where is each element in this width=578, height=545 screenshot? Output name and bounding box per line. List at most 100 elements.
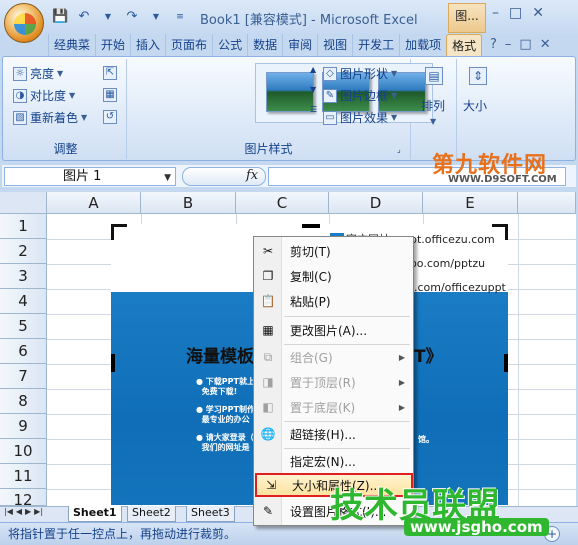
office-button[interactable] bbox=[4, 3, 44, 43]
submenu-arrow-icon: ▶ bbox=[398, 377, 405, 387]
sheet-tab-sheet3[interactable]: Sheet3 bbox=[186, 506, 235, 522]
help-icon[interactable]: ? bbox=[490, 37, 497, 52]
menu-item-cut[interactable]: ✂ 剪切(T) bbox=[254, 239, 413, 263]
arrange-group[interactable]: ▤ 排列 ▼ bbox=[411, 59, 457, 159]
row-header-12[interactable]: 12 bbox=[0, 489, 47, 506]
row-header-4[interactable]: 4 bbox=[0, 289, 47, 314]
row-header-1[interactable]: 1 bbox=[0, 214, 47, 239]
picture-bullet: ● 请大家登录（ 我们的网址是 bbox=[196, 433, 254, 452]
ribbon-minimize-icon[interactable]: – bbox=[505, 37, 512, 52]
recolor-button[interactable]: ▧ 重新着色 ▼ bbox=[13, 109, 87, 126]
undo-dropdown-icon[interactable]: ▼ bbox=[100, 9, 116, 25]
menu-item-assign-macro[interactable]: 指定宏(N)... bbox=[254, 449, 413, 473]
maximize-button[interactable]: □ bbox=[509, 5, 522, 21]
first-sheet-icon[interactable]: |◀ bbox=[4, 507, 13, 516]
change-picture-icon[interactable]: ▦ bbox=[103, 88, 117, 102]
prev-sheet-icon[interactable]: ◀ bbox=[16, 507, 22, 516]
ribbon-restore-icon[interactable]: □ bbox=[519, 37, 531, 52]
picture-shape-button[interactable]: ◇ 图片形状 ▼ bbox=[323, 65, 397, 82]
tab-data[interactable]: 数据 bbox=[247, 34, 282, 56]
contrast-button[interactable]: ◑ 对比度 ▼ bbox=[13, 87, 75, 104]
row-header-9[interactable]: 9 bbox=[0, 414, 47, 439]
crop-handle-left[interactable] bbox=[111, 354, 115, 372]
bullet-line: 请大家登录（ bbox=[205, 433, 254, 442]
tab-add-ins[interactable]: 加载项 bbox=[399, 34, 446, 56]
column-header-f[interactable] bbox=[518, 192, 576, 214]
gallery-more-icon[interactable]: ☰ bbox=[310, 105, 317, 114]
last-sheet-icon[interactable]: ▶| bbox=[34, 507, 43, 516]
save-icon[interactable]: 💾 bbox=[52, 9, 68, 25]
next-sheet-icon[interactable]: ▶ bbox=[25, 507, 31, 516]
menu-item-hyperlink[interactable]: 🌐 超链接(H)... bbox=[254, 422, 413, 446]
tab-format[interactable]: 格式 bbox=[446, 34, 483, 56]
menu-item-copy[interactable]: ❐ 复制(C) bbox=[254, 264, 413, 288]
compress-pictures-icon[interactable]: ⇱ bbox=[103, 66, 117, 80]
minimize-button[interactable]: – bbox=[492, 5, 499, 21]
gallery-scroll-down-icon[interactable]: ▼ bbox=[310, 85, 316, 94]
menu-item-label: 超链接(H)... bbox=[290, 427, 356, 442]
crop-handle-top-left[interactable] bbox=[111, 224, 127, 240]
tab-formulas[interactable]: 公式 bbox=[212, 34, 247, 56]
tab-page-layout[interactable]: 页面布 bbox=[165, 34, 212, 56]
row-header-3[interactable]: 3 bbox=[0, 264, 47, 289]
menu-item-send-to-back: ◧ 置于底层(K) ▶ bbox=[254, 395, 413, 419]
menu-item-change-picture[interactable]: ▦ 更改图片(A)... bbox=[254, 318, 413, 342]
column-header-c[interactable]: C bbox=[236, 192, 329, 214]
redo-icon[interactable]: ↷ bbox=[124, 9, 140, 25]
column-header-a[interactable]: A bbox=[47, 192, 141, 214]
gallery-scroll-up-icon[interactable]: ▲ bbox=[310, 65, 316, 74]
picture-effects-button[interactable]: ▭ 图片效果 ▼ bbox=[323, 109, 397, 126]
row-header-6[interactable]: 6 bbox=[0, 339, 47, 364]
redo-dropdown-icon[interactable]: ▼ bbox=[148, 9, 164, 25]
bullet-line: 我们的网址是 bbox=[201, 443, 250, 452]
gridline bbox=[518, 214, 519, 506]
undo-icon[interactable]: ↶ bbox=[76, 9, 92, 25]
menu-item-paste[interactable]: 📋 粘贴(P) bbox=[254, 289, 413, 313]
close-button[interactable]: ✕ bbox=[532, 5, 544, 21]
tab-classic-menu[interactable]: 经典菜 bbox=[48, 34, 95, 56]
menu-item-bring-to-front: ◨ 置于顶层(R) ▶ bbox=[254, 370, 413, 394]
insert-function-button[interactable]: fx bbox=[246, 168, 258, 183]
bring-front-icon: ◨ bbox=[262, 375, 274, 389]
tab-home[interactable]: 开始 bbox=[95, 34, 130, 56]
tab-developer[interactable]: 开发工 bbox=[352, 34, 399, 56]
sheet-tab-sheet1[interactable]: Sheet1 bbox=[68, 506, 122, 522]
chevron-down-icon[interactable]: ▼ bbox=[164, 170, 171, 187]
column-header-d[interactable]: D bbox=[329, 192, 423, 214]
tab-view[interactable]: 视图 bbox=[317, 34, 352, 56]
hyperlink-icon: 🌐 bbox=[260, 427, 276, 441]
group-icon: ⧉ bbox=[263, 350, 273, 364]
name-box[interactable]: 图片 1 ▼ bbox=[4, 167, 176, 186]
column-header-b[interactable]: B bbox=[141, 192, 236, 214]
ribbon-close-icon[interactable]: ✕ bbox=[540, 37, 551, 52]
row-header-2[interactable]: 2 bbox=[0, 239, 47, 264]
crop-handle-right[interactable] bbox=[504, 354, 508, 372]
row-header-10[interactable]: 10 bbox=[0, 439, 47, 464]
select-all-corner[interactable] bbox=[0, 192, 47, 214]
picture-heading-tail: T》 bbox=[414, 347, 443, 367]
brightness-icon: ☼ bbox=[13, 66, 27, 81]
menu-item-label: 复制(C) bbox=[290, 269, 332, 284]
column-header-e[interactable]: E bbox=[423, 192, 518, 214]
size-group[interactable]: ⇕ 大小 bbox=[457, 59, 497, 159]
tab-insert[interactable]: 插入 bbox=[130, 34, 165, 56]
row-header-5[interactable]: 5 bbox=[0, 314, 47, 339]
row-header-11[interactable]: 11 bbox=[0, 464, 47, 489]
picture-styles-group: ▲ ▼ ☰ ◇ 图片形状 ▼ ✎ 图片边框 ▼ ▭ 图片效果 ▼ ⌟ 图片样式 bbox=[127, 59, 433, 159]
contrast-icon: ◑ bbox=[13, 88, 27, 103]
brightness-button[interactable]: ☼ 亮度 ▼ bbox=[13, 65, 63, 82]
name-box-value: 图片 1 bbox=[63, 169, 102, 184]
crop-handle-top[interactable] bbox=[302, 224, 320, 228]
sheet-tab-sheet2[interactable]: Sheet2 bbox=[127, 506, 176, 522]
row-header-8[interactable]: 8 bbox=[0, 389, 47, 414]
customize-qat-icon[interactable]: ≡ bbox=[172, 9, 188, 25]
crop-handle-top-right[interactable] bbox=[492, 224, 508, 240]
bullet-line: 最专业的办公 bbox=[201, 415, 250, 424]
reset-picture-icon[interactable]: ↺ bbox=[103, 110, 117, 124]
picture-border-button[interactable]: ✎ 图片边框 ▼ bbox=[323, 87, 397, 104]
recolor-label: 重新着色 bbox=[30, 111, 79, 125]
tab-review[interactable]: 审阅 bbox=[282, 34, 317, 56]
size-icon: ⇕ bbox=[469, 67, 487, 85]
row-header-7[interactable]: 7 bbox=[0, 364, 47, 389]
style-thumbnail[interactable] bbox=[266, 72, 314, 112]
